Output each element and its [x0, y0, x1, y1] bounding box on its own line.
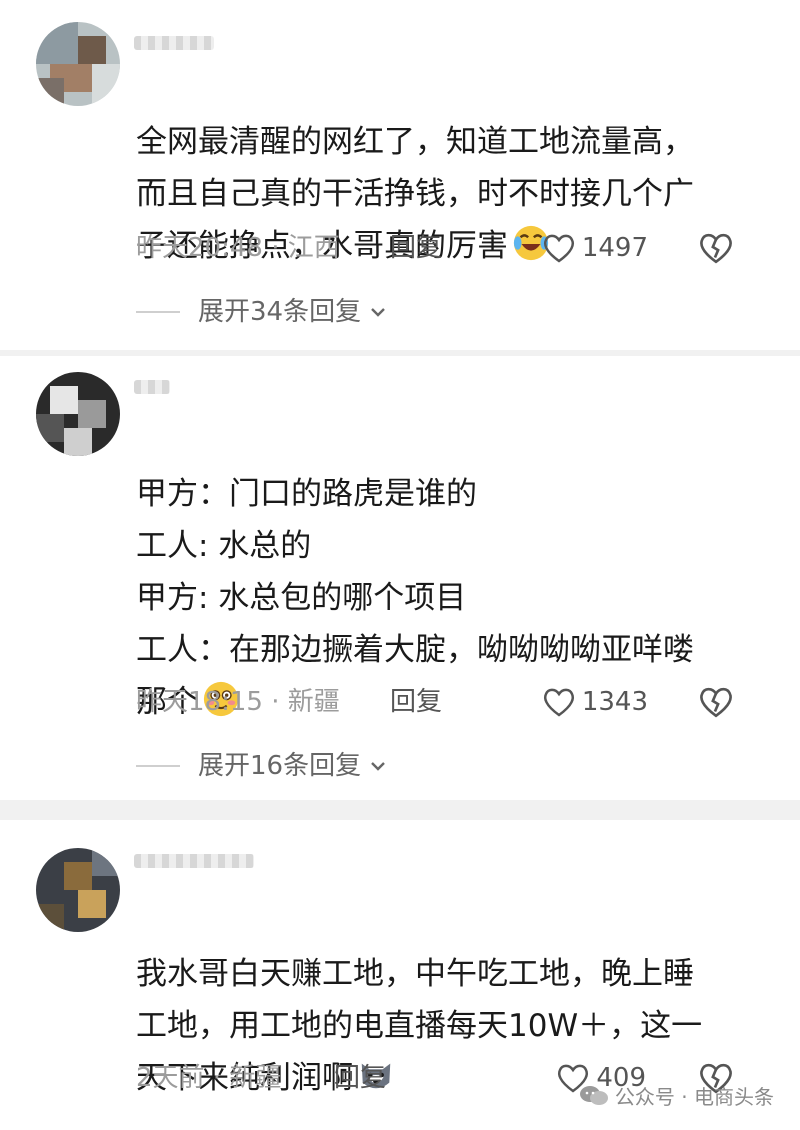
heart-icon [543, 234, 574, 263]
username-blurred[interactable] [134, 854, 254, 868]
username-blurred[interactable] [134, 380, 170, 394]
username-blurred[interactable] [134, 36, 214, 50]
chevron-down-icon [371, 308, 385, 317]
reply-button[interactable]: 回复 [390, 228, 442, 268]
timestamp-location: 昨天18:15 · 新疆 [136, 687, 340, 717]
timestamp-location: 2天前 · 新疆 [136, 1063, 282, 1093]
comment-meta: 昨天18:15 · 新疆 回复 1343 [136, 682, 776, 722]
expand-replies-label: 展开16条回复 [198, 751, 362, 781]
like-count: 1343 [581, 687, 648, 717]
broken-heart-icon[interactable] [698, 684, 734, 720]
expand-replies-label: 展开34条回复 [198, 297, 362, 327]
separator [0, 800, 800, 820]
comment-meta: 昨天20:48 · 江西 回复 1497 [136, 228, 776, 268]
comment-item: 全网最清醒的网红了，知道工地流量高， 而且自己真的干活挣钱，时不时接几个广 子还… [0, 0, 800, 350]
broken-heart-icon[interactable] [698, 230, 734, 266]
chevron-down-icon [371, 762, 385, 771]
comment-item: 甲方：门口的路虎是谁的 工人: 水总的 甲方: 水总包的哪个项目 工人：在那边撅… [0, 356, 800, 800]
watermark-text: 公众号 · 电商头条 [614, 1085, 774, 1109]
wechat-icon [579, 1085, 608, 1105]
heart-icon [543, 688, 574, 717]
expand-replies-button[interactable]: 展开16条回复 [136, 746, 387, 786]
avatar[interactable] [36, 22, 120, 106]
reply-button[interactable]: 回复 [390, 682, 442, 722]
avatar[interactable] [36, 372, 120, 456]
avatar[interactable] [36, 848, 120, 932]
divider-line [136, 311, 180, 313]
like-button[interactable]: 1497 [542, 228, 648, 268]
watermark: 公众号 · 电商头条 [579, 1081, 774, 1110]
reply-button[interactable]: 回复 [334, 1058, 386, 1098]
timestamp-location: 昨天20:48 · 江西 [136, 233, 340, 263]
divider-line [136, 765, 180, 767]
like-button[interactable]: 1343 [542, 682, 648, 722]
expand-replies-button[interactable]: 展开34条回复 [136, 292, 387, 332]
like-count: 1497 [581, 233, 648, 263]
